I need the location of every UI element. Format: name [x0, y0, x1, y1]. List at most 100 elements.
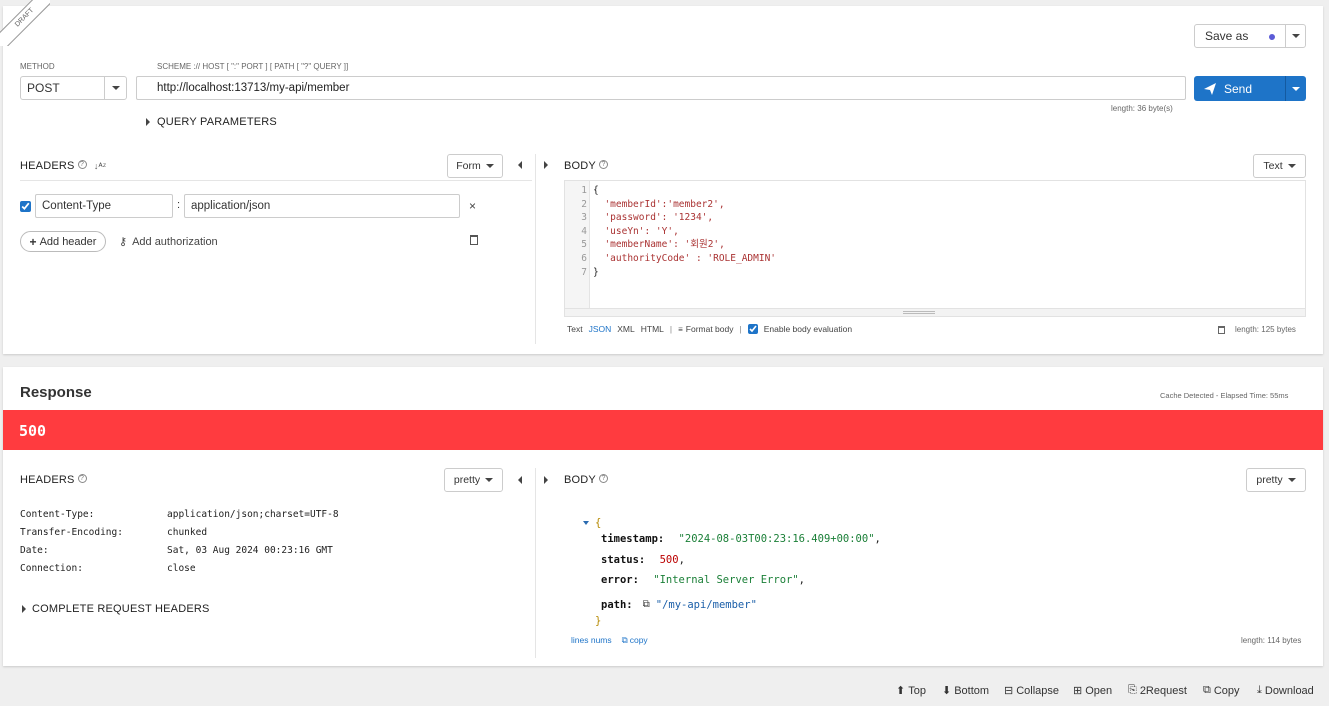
query-parameters-label: QUERY PARAMETERS: [157, 116, 277, 128]
align-left-icon: ≡: [678, 324, 683, 334]
to-request-label: 2Request: [1139, 684, 1187, 697]
json-close-brace: }: [595, 615, 602, 627]
copy-button[interactable]: ⧉ Copy: [1203, 684, 1240, 697]
json-key: error:: [601, 574, 639, 586]
collapse-label: Collapse: [1016, 684, 1060, 697]
collapse-button[interactable]: ⊟ Collapse: [1004, 684, 1060, 698]
enable-body-evaluation-label: Enable body evaluation: [763, 324, 853, 334]
enable-body-evaluation-checkbox[interactable]: [747, 324, 758, 334]
open-button[interactable]: ⊞ Open: [1073, 684, 1113, 698]
help-icon[interactable]: ?: [77, 474, 87, 483]
line-text: 'password': '1234',: [593, 212, 714, 224]
code-line: 7}: [565, 266, 1305, 280]
method-select[interactable]: POST: [20, 76, 127, 100]
headers-mode-value: Form: [456, 160, 481, 172]
request-body-title: BODY?: [564, 160, 608, 172]
save-as-button[interactable]: Save as: [1194, 24, 1286, 48]
download-label: Download: [1264, 684, 1314, 697]
expand-right-icon[interactable]: [544, 476, 548, 484]
json-value: "Internal Server Error": [653, 574, 799, 586]
body-format-bar: Text JSON XML HTML | ≡ Format body | Ena…: [567, 324, 852, 334]
request-headers-title: HEADERS? ↓ᴬᶻ: [20, 160, 106, 172]
copy-link[interactable]: ⧉ copy: [622, 635, 648, 646]
remove-header-icon[interactable]: ×: [469, 199, 476, 213]
json-link-value[interactable]: "/my-api/member": [656, 599, 757, 611]
format-xml-tab[interactable]: XML: [617, 324, 634, 334]
format-body-button[interactable]: ≡ Format body: [678, 324, 733, 334]
url-input[interactable]: http://localhost:13713/my-api/member: [136, 76, 1186, 100]
sort-alpha-icon[interactable]: ↓ᴬᶻ: [94, 161, 106, 171]
header-enabled-checkbox[interactable]: [20, 201, 31, 212]
request-panel: DRAFT Save as METHOD POST SCHEME :// HOS…: [0, 0, 1323, 354]
trash-icon[interactable]: [470, 235, 478, 245]
plus-square-icon: ⊞: [1073, 685, 1083, 697]
response-headers-mode-value: pretty: [453, 474, 481, 486]
json-value: 500: [659, 553, 679, 566]
method-dropdown[interactable]: [104, 77, 126, 99]
header-value-input[interactable]: application/json: [184, 194, 460, 218]
trash-icon[interactable]: [1218, 326, 1225, 334]
lines-nums-link[interactable]: lines nums: [571, 635, 612, 646]
copy-icon: ⧉: [621, 635, 628, 645]
paper-plane-icon: [1204, 82, 1216, 95]
header-name-value: Content-Type: [42, 200, 112, 212]
body-editor[interactable]: 1{ 2 'memberId':'member2', 3 'password':…: [564, 180, 1306, 317]
header-separator: :: [177, 199, 181, 211]
header-name: Connection:: [20, 563, 83, 574]
json-comma: ,: [798, 574, 805, 586]
format-text-tab[interactable]: Text: [567, 324, 583, 334]
scroll-bottom-button[interactable]: ⬇ Bottom: [942, 684, 989, 698]
chevron-right-icon: [146, 118, 150, 126]
send-button[interactable]: Send: [1194, 76, 1285, 101]
editor-resize-handle[interactable]: [565, 308, 1305, 316]
add-authorization-link[interactable]: ⚷ Add authorization: [119, 235, 218, 249]
request-body-length: length: 125 bytes: [1235, 325, 1296, 334]
header-name: Date:: [20, 545, 49, 556]
body-mode-select[interactable]: Text: [1253, 154, 1306, 178]
copy-label: Copy: [1213, 684, 1240, 697]
external-link-icon[interactable]: ⧉: [643, 599, 650, 610]
send-dropdown-button[interactable]: [1285, 76, 1306, 101]
collapse-left-icon[interactable]: [518, 161, 522, 169]
unsaved-dot-icon: [1269, 34, 1275, 40]
chevron-down-icon: [1287, 164, 1296, 168]
help-icon[interactable]: ?: [77, 160, 87, 169]
headers-mode-select[interactable]: Form: [447, 154, 503, 178]
response-header-row: Date: Sat, 03 Aug 2024 00:23:16 GMT: [20, 545, 339, 563]
line-number: 2: [581, 198, 587, 210]
help-icon[interactable]: ?: [598, 160, 608, 169]
help-icon[interactable]: ?: [598, 474, 608, 483]
code-line: 1{: [565, 184, 1305, 198]
response-body-footer: lines nums ⧉ copy: [571, 635, 648, 646]
code-line: 4 'useYn': 'Y',: [565, 225, 1305, 239]
header-value: chunked: [167, 527, 208, 538]
response-body-length: length: 114 bytes: [1241, 636, 1302, 645]
header-name: Content-Type:: [20, 509, 95, 520]
json-collapse-toggle[interactable]: [583, 521, 589, 525]
json-close-row: }: [583, 615, 881, 635]
line-text: 'useYn': 'Y',: [593, 225, 679, 237]
format-json-tab[interactable]: JSON: [589, 324, 612, 334]
collapse-left-icon[interactable]: [518, 476, 522, 484]
query-parameters-toggle[interactable]: QUERY PARAMETERS: [146, 116, 277, 128]
request-body-label: BODY: [564, 160, 596, 172]
save-as-dropdown-button[interactable]: [1285, 24, 1306, 48]
status-bar: 500: [3, 410, 1323, 450]
chevron-down-icon: [1291, 34, 1300, 38]
response-header-row: Transfer-Encoding: chunked: [20, 527, 339, 545]
response-headers-mode-select[interactable]: pretty: [444, 468, 503, 492]
header-name-input[interactable]: Content-Type: [35, 194, 173, 218]
json-row-status: status: 500,: [583, 554, 881, 575]
arrow-down-circle-icon: ⬇: [942, 685, 952, 697]
download-button[interactable]: ⤓ Download: [1257, 684, 1314, 697]
add-header-button[interactable]: + Add header: [20, 231, 106, 252]
open-label: Open: [1085, 684, 1113, 697]
line-text: 'memberId':'member2',: [593, 198, 725, 210]
expand-right-icon[interactable]: [544, 161, 548, 169]
complete-request-headers-toggle[interactable]: COMPLETE REQUEST HEADERS: [22, 603, 210, 615]
json-value: "2024-08-03T00:23:16.409+00:00": [678, 533, 875, 545]
response-body-mode-select[interactable]: pretty: [1246, 468, 1306, 492]
to-request-button[interactable]: ⎘ 2Request: [1128, 684, 1187, 697]
format-html-tab[interactable]: HTML: [641, 324, 664, 334]
scroll-top-button[interactable]: ⬆ Top: [896, 684, 926, 698]
